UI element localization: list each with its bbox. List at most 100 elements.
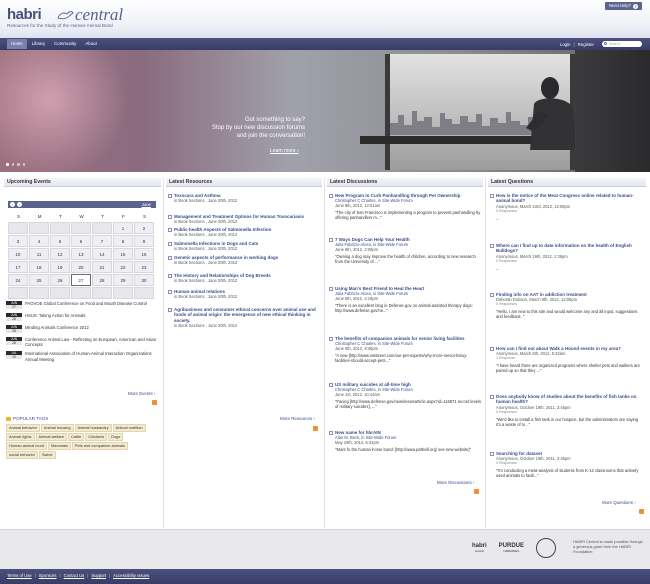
carousel-dot[interactable] [6, 163, 9, 166]
event-item[interactable]: JUN 28 Minding Animals Conference 2012 [6, 325, 158, 333]
tag-link[interactable]: Animal rights [6, 433, 35, 441]
calendar-day[interactable]: 2 [134, 222, 154, 234]
foundation-seal-icon[interactable] [536, 538, 557, 558]
calendar-day[interactable]: 4 [29, 235, 49, 247]
event-title-link[interactable]: Conference Animal Law - Reflecting on Eu… [25, 337, 158, 347]
nav-tab-home[interactable]: Home [7, 39, 27, 49]
calendar-day[interactable]: 9 [134, 235, 154, 247]
event-title-link[interactable]: HSUS: Taking Action for Animals [25, 313, 85, 318]
footer-link[interactable]: Support [91, 573, 106, 578]
calendar-day[interactable]: 22 [113, 261, 133, 273]
need-help-button[interactable]: Need Help? ? [604, 2, 642, 10]
tag-link[interactable]: Pets and companion animals [71, 442, 128, 450]
tag-link[interactable]: Mammals [48, 442, 71, 450]
footer-habri-logo[interactable]: habri central [472, 543, 487, 553]
rss-icon[interactable] [313, 426, 318, 431]
footer-link[interactable]: Sponsors [39, 573, 57, 578]
search-input[interactable]: Search [602, 41, 642, 47]
calendar-day[interactable]: 20 [71, 261, 91, 273]
calendar-day[interactable]: 25 [29, 274, 49, 286]
prev-month-icon[interactable]: ‹ [10, 202, 15, 207]
tag-link[interactable]: Dogs [108, 433, 124, 441]
tag-link[interactable]: Swine [38, 451, 56, 459]
event-item[interactable]: JUN 27 PAOVOE Global Conference on Food an… [6, 301, 158, 309]
calendar-day[interactable]: 30 [134, 274, 154, 286]
tag-link[interactable]: Animal behavior [6, 424, 40, 432]
tag-link[interactable]: Animal husbandry [74, 424, 112, 432]
calendar-day[interactable]: 13 [71, 248, 91, 260]
nav-tab-library[interactable]: Library [28, 39, 49, 49]
event-title-link[interactable]: PAOVOE Global Conference on Food and Mou… [25, 301, 147, 306]
event-title-link[interactable]: International Association of Human-Anima… [25, 351, 158, 361]
next-month-icon[interactable]: › [17, 202, 22, 207]
tag-link[interactable]: Chickens [85, 433, 108, 441]
question-title-link[interactable]: Does anybody know of studies about the b… [496, 394, 642, 405]
calendar-day[interactable]: 1 [113, 222, 133, 234]
tag-link[interactable]: Human-animal bond [6, 442, 48, 450]
discussion-excerpt: "More fo the human-horse bond: [http://w… [335, 447, 472, 453]
calendar-day[interactable]: 17 [8, 261, 28, 273]
footer-link[interactable]: Contact Us [64, 573, 85, 578]
calendar-day[interactable]: 23 [134, 261, 154, 273]
calendar-day[interactable]: 26 [50, 274, 70, 286]
discussion-forum-link[interactable]: Site-Wide Forum [382, 341, 413, 346]
carousel-dot[interactable] [11, 163, 14, 166]
calendar-day[interactable]: 7 [92, 235, 112, 247]
event-item[interactable]: JUN 28 Conference Animal Law - Reflecting … [6, 337, 158, 347]
calendar-day[interactable]: 29 [113, 274, 133, 286]
event-item[interactable]: JUL 10 International Association of Human-… [6, 351, 158, 362]
more-discussions-link[interactable]: More Discussions › [437, 480, 474, 485]
calendar-day[interactable]: 10 [8, 248, 28, 260]
hero-learn-more-link[interactable]: Learn more › [270, 148, 299, 154]
discussion-forum-link[interactable]: Site-Wide Forum [382, 198, 413, 203]
calendar-day[interactable]: 16 [134, 248, 154, 260]
calendar-day[interactable]: 14 [92, 248, 112, 260]
site-logo[interactable]: habri central Resources for the Study of… [7, 5, 167, 32]
tag-link[interactable]: Cattle [68, 433, 85, 441]
more-resources-link[interactable]: More Resources › [280, 416, 315, 421]
calendar-day[interactable]: 6 [71, 235, 91, 247]
calendar-day[interactable]: 27 [71, 274, 91, 286]
tag-link[interactable]: social behavior [6, 451, 38, 459]
discussion-item: US military suicides at all-time high Chr… [329, 382, 481, 409]
nav-tab-about[interactable]: About [81, 39, 100, 49]
more-questions-link[interactable]: More Questions › [602, 500, 636, 505]
calendar-day[interactable]: 19 [50, 261, 70, 273]
calendar-day[interactable]: 18 [29, 261, 49, 273]
tag-link[interactable]: Animal welfare [35, 433, 68, 441]
question-excerpt: "I'm conducting a meta-analysis of stude… [496, 468, 639, 479]
calendar-day[interactable]: 5 [50, 235, 70, 247]
calendar-day[interactable]: 12 [50, 248, 70, 260]
footer-link[interactable]: Accessibility Issues [113, 573, 149, 578]
resource-title-link[interactable]: Agribusiness and consumer ethical concer… [174, 307, 320, 323]
carousel-dot[interactable] [22, 163, 25, 166]
footer-separator: | [59, 573, 61, 578]
calendar-day[interactable]: 11 [29, 248, 49, 260]
tag-link[interactable]: Animal nutrition [112, 424, 146, 432]
register-link[interactable]: Register [578, 42, 594, 47]
carousel-dot[interactable] [17, 163, 20, 166]
discussion-forum-link[interactable]: Site-Wide Forum [377, 291, 408, 296]
calendar-day[interactable]: 24 [8, 274, 28, 286]
calendar-day[interactable]: 15 [113, 248, 133, 260]
rss-icon[interactable] [639, 509, 644, 514]
discussion-forum-link[interactable]: Site-Wide Forum [377, 242, 408, 247]
discussion-forum-link[interactable]: Site-Wide Forum [382, 387, 413, 392]
nav-tab-community[interactable]: Community [50, 39, 80, 49]
calendar-month-link[interactable]: June [141, 201, 151, 208]
question-title-link[interactable]: How is the notice of the Meat Congress o… [496, 193, 642, 204]
login-link[interactable]: Login [560, 42, 571, 47]
footer-purdue-logo[interactable]: PURDUE LIBRARIES [499, 543, 524, 553]
more-events-link[interactable]: More Events › [128, 391, 155, 396]
calendar-day[interactable]: 28 [92, 274, 112, 286]
event-item[interactable]: JUN 28 HSUS: Taking Action for Animals [6, 313, 158, 321]
event-title-link[interactable]: Minding Animals Conference 2012 [25, 325, 89, 330]
rss-icon[interactable] [474, 489, 479, 494]
question-title-link[interactable]: Where can I find up to date information … [496, 243, 642, 254]
calendar-day[interactable]: 3 [8, 235, 28, 247]
footer-link[interactable]: Terms of Use [7, 573, 32, 578]
calendar-day[interactable]: 8 [113, 235, 133, 247]
calendar-day[interactable]: 21 [92, 261, 112, 273]
tag-link[interactable]: Animal housing [40, 424, 74, 432]
rss-icon[interactable] [152, 400, 157, 405]
